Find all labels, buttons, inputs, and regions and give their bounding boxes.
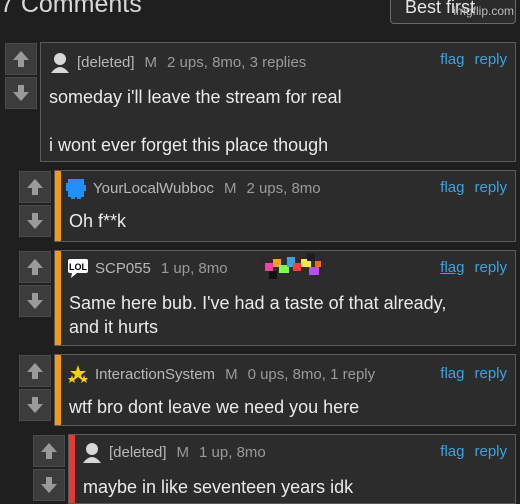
arrow-up-icon (41, 443, 57, 459)
comment-stats: 1 up, 8mo (199, 443, 266, 461)
comment-item: InteractionSystem M 0 ups, 8mo, 1 reply … (18, 354, 516, 426)
thread-bar-orange (55, 251, 61, 345)
upvote-button[interactable] (5, 43, 37, 75)
stars-avatar-icon (68, 365, 88, 383)
comment-item: LOL SCP055 1 up, 8mo flag reply Same here… (18, 250, 516, 346)
comment-stats: 1 up, 8mo (160, 259, 228, 277)
comment-text-line: and it hurts (69, 317, 159, 337)
pixel-sticker-icon (261, 253, 321, 279)
reply-link[interactable]: reply (474, 365, 507, 382)
reply-link[interactable]: reply (474, 179, 507, 196)
comments-count-title: 7 Comments (0, 0, 142, 18)
lol-avatar-icon: LOL (68, 259, 88, 278)
comment-stats: 2 ups, 8mo, 3 replies (167, 53, 307, 71)
vote-controls (32, 434, 66, 504)
arrow-up-icon (27, 179, 43, 195)
comment-body: [deleted] M 1 up, 8mo flag reply maybe in… (68, 434, 516, 504)
vote-controls (18, 250, 52, 346)
comment-text-line: Same here bub. I've had a taste of that … (69, 293, 447, 313)
downvote-button[interactable] (19, 389, 51, 421)
downvote-button[interactable] (19, 285, 51, 317)
mod-badge: M (225, 365, 238, 383)
comment-stats: 0 ups, 8mo, 1 reply (247, 365, 376, 383)
thread-bar-red (69, 435, 75, 503)
upvote-button[interactable] (19, 171, 51, 203)
mod-badge: M (176, 443, 190, 461)
vote-controls (18, 354, 52, 426)
arrow-up-icon (13, 51, 29, 67)
downvote-button[interactable] (19, 205, 51, 237)
vote-controls (18, 170, 52, 242)
comment-text-line: someday i'll leave the stream for real (49, 87, 342, 107)
svg-text:LOL: LOL (69, 262, 87, 272)
imgflip-watermark: imgflip.com (453, 4, 514, 18)
default-avatar-icon (83, 443, 101, 463)
upvote-button[interactable] (19, 355, 51, 387)
comment-username[interactable]: InteractionSystem (95, 366, 215, 383)
comment-item: YourLocalWubboc M 2 ups, 8mo flag reply O… (18, 170, 516, 242)
upvote-button[interactable] (19, 251, 51, 283)
comment-text-line: Oh f**k (69, 211, 127, 231)
arrow-down-icon (13, 85, 29, 101)
comment-text-line: i wont ever forget this place though (49, 135, 329, 155)
comment-text-line: maybe in like seventeen years idk (83, 477, 354, 497)
arrow-down-icon (27, 397, 43, 413)
comment-stats: 2 ups, 8mo (246, 179, 321, 197)
vote-controls (4, 42, 38, 162)
comment-item: [deleted] M 1 up, 8mo flag reply maybe in… (32, 434, 516, 504)
reply-link[interactable]: reply (474, 51, 507, 68)
arrow-down-icon (41, 477, 57, 493)
reply-link[interactable]: reply (474, 259, 507, 276)
reply-link[interactable]: reply (474, 443, 507, 460)
upvote-button[interactable] (33, 435, 65, 467)
default-avatar-icon (51, 53, 69, 73)
arrow-up-icon (27, 259, 43, 275)
comment-actions: flag reply (430, 443, 507, 460)
downvote-button[interactable] (33, 469, 65, 501)
comment-body: [deleted] M 2 ups, 8mo, 3 replies flag re… (40, 42, 516, 162)
comment-text-line: wtf bro dont leave we need you here (69, 397, 360, 417)
comment-actions: flag reply (430, 51, 507, 68)
comment-username[interactable]: YourLocalWubboc (93, 180, 214, 197)
comment-item: [deleted] M 2 ups, 8mo, 3 replies flag re… (4, 42, 516, 162)
flag-link[interactable]: flag (440, 443, 464, 460)
comments-header: 7 Comments Best first imgflip.com (0, 0, 520, 30)
downvote-button[interactable] (5, 77, 37, 109)
thread-bar-orange (55, 171, 61, 241)
arrow-up-icon (27, 363, 43, 379)
comment-username[interactable]: [deleted] (77, 54, 135, 71)
blue-pixel-avatar-icon (66, 179, 86, 199)
arrow-down-icon (27, 293, 43, 309)
comment-body: LOL SCP055 1 up, 8mo flag reply Same here… (54, 250, 516, 346)
thread-bar-orange (55, 355, 61, 425)
comment-body: YourLocalWubboc M 2 ups, 8mo flag reply O… (54, 170, 516, 242)
mod-badge: M (144, 53, 158, 71)
flag-link[interactable]: flag (440, 259, 464, 276)
comment-actions: flag reply (430, 365, 507, 382)
flag-link[interactable]: flag (440, 51, 464, 68)
arrow-down-icon (27, 213, 43, 229)
flag-link[interactable]: flag (440, 179, 464, 196)
comment-username[interactable]: [deleted] (109, 444, 167, 461)
comment-actions: flag reply (430, 179, 507, 196)
comment-actions: flag reply (430, 259, 507, 276)
comment-body: InteractionSystem M 0 ups, 8mo, 1 reply … (54, 354, 516, 426)
mod-badge: M (223, 179, 237, 197)
comment-username[interactable]: SCP055 (95, 260, 151, 277)
flag-link[interactable]: flag (440, 365, 464, 382)
